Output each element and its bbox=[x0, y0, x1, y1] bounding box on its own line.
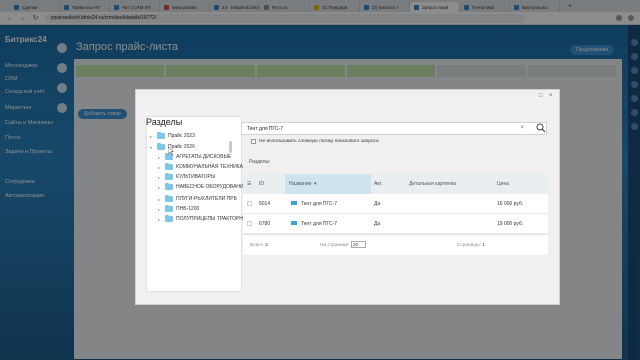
total-count: Всего: 2 bbox=[250, 243, 268, 248]
table-row[interactable]: 5014 Тент для ПГС-7 Да 16 000 руб. bbox=[243, 194, 548, 214]
table-row[interactable]: 6780 Тент для ПГС-7 Да 19 000 руб. bbox=[243, 214, 548, 234]
column-active[interactable]: Акт. bbox=[374, 181, 383, 187]
product-icon bbox=[291, 221, 297, 225]
cell-price: 16 000 руб. bbox=[497, 201, 524, 207]
sections-filter-label: Разделы: bbox=[249, 159, 271, 165]
tree-scrollbar[interactable] bbox=[229, 141, 232, 153]
tree-item[interactable]: ▸ КОММУНАЛЬНАЯ ТЕХНИКА bbox=[158, 162, 243, 170]
tree-item-label: АГРЕГАТЫ ДИСКОВЫЕ bbox=[176, 154, 232, 160]
chevron-right-icon[interactable]: ▸ bbox=[158, 197, 162, 202]
table-header: ☰ ID Название ▾ Акт. Детальная картинка … bbox=[243, 174, 548, 194]
cell-id: 6780 bbox=[259, 221, 271, 227]
folder-icon bbox=[165, 162, 173, 170]
column-picture[interactable]: Детальная картинка bbox=[409, 181, 456, 187]
search-icon[interactable] bbox=[536, 123, 546, 133]
chevron-right-icon[interactable]: ▸ bbox=[158, 207, 162, 212]
pagination: Страницы: 1 bbox=[457, 243, 485, 248]
folder-icon bbox=[165, 214, 173, 222]
tree-item[interactable]: ▸ ПНБ-1200 bbox=[158, 204, 200, 212]
tree-item-label: КОММУНАЛЬНАЯ ТЕХНИКА bbox=[176, 164, 243, 170]
cell-name[interactable]: Тент для ПГС-7 bbox=[301, 201, 337, 207]
chevron-down-icon[interactable]: ▾ bbox=[150, 145, 154, 150]
folder-icon bbox=[165, 182, 173, 190]
cell-active: Да bbox=[374, 221, 381, 227]
folder-icon bbox=[157, 131, 165, 139]
product-icon bbox=[291, 201, 297, 205]
clear-search-icon[interactable]: × bbox=[520, 125, 524, 131]
simple-search-checkbox[interactable] bbox=[251, 139, 256, 144]
cell-price: 19 000 руб. bbox=[497, 221, 524, 227]
folder-icon bbox=[165, 204, 173, 212]
cell-name[interactable]: Тент для ПГС-7 bbox=[301, 221, 337, 227]
folder-icon bbox=[157, 142, 165, 150]
tree-item-label: КУЛЬТИВАТОРЫ bbox=[176, 174, 216, 180]
close-button[interactable]: × bbox=[549, 93, 553, 99]
sort-down-icon: ▾ bbox=[314, 181, 317, 187]
tree-item-label: ПЛУГИ-РЫХЛИТЕЛИ ПРБ bbox=[176, 196, 237, 202]
simple-search-label: Не использовать сложную логику поисковог… bbox=[259, 139, 379, 144]
tree-item-label: ПОЛУПРИЦЕПЫ ТРАКТОРНЫЕ bbox=[176, 216, 251, 222]
settings-icon[interactable]: ☰ bbox=[247, 181, 251, 187]
search-value: Тент для ПГС-7 bbox=[247, 125, 284, 132]
tree-item[interactable]: ▸ ПЛУГИ-РЫХЛИТЕЛИ ПРБ bbox=[158, 194, 237, 202]
folder-icon bbox=[165, 194, 173, 202]
per-page-label: На странице: bbox=[320, 243, 350, 248]
cell-id: 5014 bbox=[259, 201, 271, 207]
maximize-button[interactable]: □ bbox=[539, 93, 543, 99]
column-price[interactable]: Цена bbox=[497, 181, 509, 187]
simple-search-option[interactable]: Не использовать сложную логику поисковог… bbox=[251, 139, 379, 144]
chevron-right-icon[interactable]: ▸ bbox=[158, 175, 162, 180]
chevron-right-icon[interactable]: ▸ bbox=[158, 165, 162, 170]
row-checkbox[interactable] bbox=[247, 201, 252, 206]
search-input[interactable]: Тент для ПГС-7 × bbox=[241, 122, 547, 135]
page-1[interactable]: 1 bbox=[482, 243, 485, 248]
tree-item[interactable]: ▸ ПОЛУПРИЦЕПЫ ТРАКТОРНЫЕ bbox=[158, 214, 251, 222]
per-page-select[interactable]: 20 bbox=[351, 241, 366, 248]
folder-icon bbox=[165, 172, 173, 180]
tree-item-label: Прайс 2023 bbox=[168, 133, 195, 139]
chevron-right-icon[interactable]: ▸ bbox=[158, 155, 162, 160]
row-checkbox[interactable] bbox=[247, 221, 252, 226]
chevron-right-icon[interactable]: ▸ bbox=[158, 185, 162, 190]
cell-active: Да bbox=[374, 201, 381, 207]
column-name[interactable]: Название bbox=[289, 181, 311, 187]
chevron-right-icon[interactable]: ▸ bbox=[158, 217, 162, 222]
tree-item-label: ПНБ-1200 bbox=[176, 206, 200, 212]
tree-item[interactable]: ▸ КУЛЬТИВАТОРЫ bbox=[158, 172, 216, 180]
table-footer: Всего: 2 На странице: 20 Страницы: 1 bbox=[243, 234, 548, 255]
chevron-right-icon[interactable]: ▸ bbox=[150, 134, 154, 139]
tree-item[interactable]: ▸ Прайс 2023 bbox=[150, 131, 195, 139]
sections-title: Разделы bbox=[146, 117, 183, 127]
mouse-cursor-icon bbox=[168, 147, 174, 155]
column-id[interactable]: ID bbox=[259, 181, 264, 187]
